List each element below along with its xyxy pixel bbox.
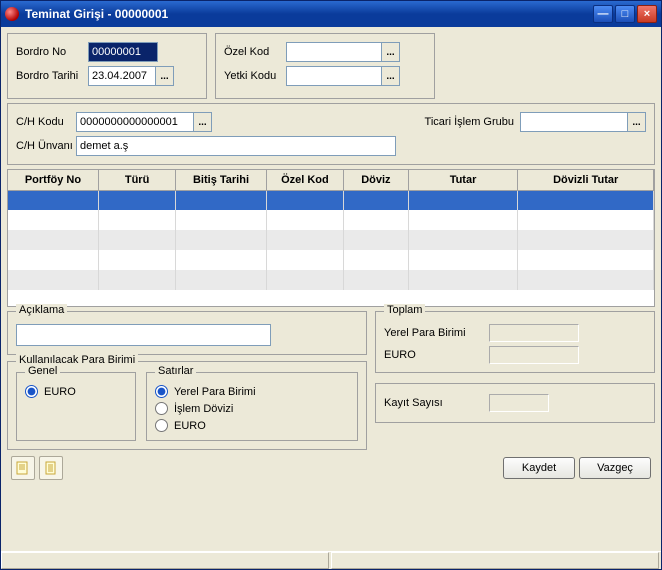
bordro-group: Bordro No Bordro Tarihi ...	[7, 33, 207, 99]
satirlar-euro-label: EURO	[174, 420, 206, 432]
satirlar-yerel-radio[interactable]	[155, 385, 168, 398]
satirlar-euro-radio[interactable]	[155, 419, 168, 432]
col-bitis-tarihi[interactable]: Bitiş Tarihi	[176, 170, 266, 190]
app-icon	[5, 7, 19, 21]
status-cell	[331, 552, 659, 569]
ozel-kod-label: Özel Kod	[224, 46, 286, 58]
yetki-kodu-input[interactable]	[286, 66, 382, 86]
col-portfoy-no[interactable]: Portföy No	[8, 170, 98, 190]
data-grid[interactable]: Portföy No Türü Bitiş Tarihi Özel Kod Dö…	[7, 169, 655, 307]
satirlar-yerel-label: Yerel Para Birimi	[174, 386, 256, 398]
window-title: Teminat Girişi - 00000001	[25, 7, 593, 21]
close-button[interactable]: ×	[637, 5, 657, 23]
satirlar-group: Satırlar Yerel Para Birimi İşlem Dövizi	[146, 372, 358, 441]
kayit-sayisi-label: Kayıt Sayısı	[384, 397, 489, 409]
client-area: Bordro No Bordro Tarihi ... Özel Kod	[1, 27, 661, 551]
ch-kodu-label: C/H Kodu	[16, 116, 76, 128]
toplam-legend: Toplam	[384, 304, 425, 316]
yetki-kodu-lookup-button[interactable]: ...	[382, 66, 400, 86]
app-window: Teminat Girişi - 00000001 — □ × Bordro N…	[0, 0, 662, 570]
ticari-islem-label: Ticari İşlem Grubu	[425, 116, 514, 128]
title-bar[interactable]: Teminat Girişi - 00000001 — □ ×	[1, 1, 661, 27]
kayit-sayisi-value	[489, 394, 549, 412]
minimize-button[interactable]: —	[593, 5, 613, 23]
status-bar	[1, 551, 661, 569]
bordro-no-input[interactable]	[88, 42, 158, 62]
toplam-yerel-label: Yerel Para Birimi	[384, 327, 489, 339]
maximize-button[interactable]: □	[615, 5, 635, 23]
aciklama-group: Açıklama	[7, 311, 367, 355]
document-icon-button[interactable]	[39, 456, 63, 480]
vazgec-button[interactable]: Vazgeç	[579, 457, 651, 479]
para-birimi-group: Kullanılacak Para Birimi Genel EURO	[7, 361, 367, 450]
aciklama-legend: Açıklama	[16, 304, 67, 316]
table-row[interactable]	[8, 190, 654, 210]
toplam-yerel-value	[489, 324, 579, 342]
genel-legend: Genel	[25, 365, 60, 377]
toplam-euro-label: EURO	[384, 349, 489, 361]
ticari-islem-lookup-button[interactable]: ...	[628, 112, 646, 132]
ch-group: C/H Kodu ... Ticari İşlem Grubu ... C/H …	[7, 103, 655, 165]
table-row[interactable]	[8, 210, 654, 230]
genel-group: Genel EURO	[16, 372, 136, 441]
table-row[interactable]	[8, 250, 654, 270]
bordro-tarihi-picker-button[interactable]: ...	[156, 66, 174, 86]
ticari-islem-input[interactable]	[520, 112, 628, 132]
table-row[interactable]	[8, 230, 654, 250]
note-icon-button[interactable]	[11, 456, 35, 480]
table-row[interactable]	[8, 270, 654, 290]
toplam-euro-value	[489, 346, 579, 364]
satirlar-islem-label: İşlem Dövizi	[174, 403, 233, 415]
ch-unvani-label: C/H Ünvanı	[16, 140, 76, 152]
aciklama-input[interactable]	[16, 324, 271, 346]
ch-kodu-input[interactable]	[76, 112, 194, 132]
bordro-tarihi-input[interactable]	[88, 66, 156, 86]
kod-group: Özel Kod ... Yetki Kodu ...	[215, 33, 435, 99]
button-bar: Kaydet Vazgeç	[7, 454, 655, 482]
yetki-kodu-label: Yetki Kodu	[224, 70, 286, 82]
ch-kodu-lookup-button[interactable]: ...	[194, 112, 212, 132]
ozel-kod-input[interactable]	[286, 42, 382, 62]
satirlar-islem-radio[interactable]	[155, 402, 168, 415]
col-tutar[interactable]: Tutar	[408, 170, 518, 190]
genel-euro-label: EURO	[44, 386, 76, 398]
bordro-tarihi-label: Bordro Tarihi	[16, 70, 88, 82]
ch-unvani-input[interactable]	[76, 136, 396, 156]
kaydet-button[interactable]: Kaydet	[503, 457, 575, 479]
status-cell	[1, 552, 329, 569]
col-turu[interactable]: Türü	[98, 170, 175, 190]
ozel-kod-lookup-button[interactable]: ...	[382, 42, 400, 62]
satirlar-legend: Satırlar	[155, 365, 196, 377]
toplam-group: Toplam Yerel Para Birimi EURO	[375, 311, 655, 373]
col-doviz[interactable]: Döviz	[344, 170, 409, 190]
col-dovizli-tutar[interactable]: Dövizli Tutar	[518, 170, 654, 190]
genel-euro-radio[interactable]	[25, 385, 38, 398]
kayit-group: Kayıt Sayısı	[375, 383, 655, 423]
col-ozel-kod[interactable]: Özel Kod	[266, 170, 343, 190]
bordro-no-label: Bordro No	[16, 46, 88, 58]
